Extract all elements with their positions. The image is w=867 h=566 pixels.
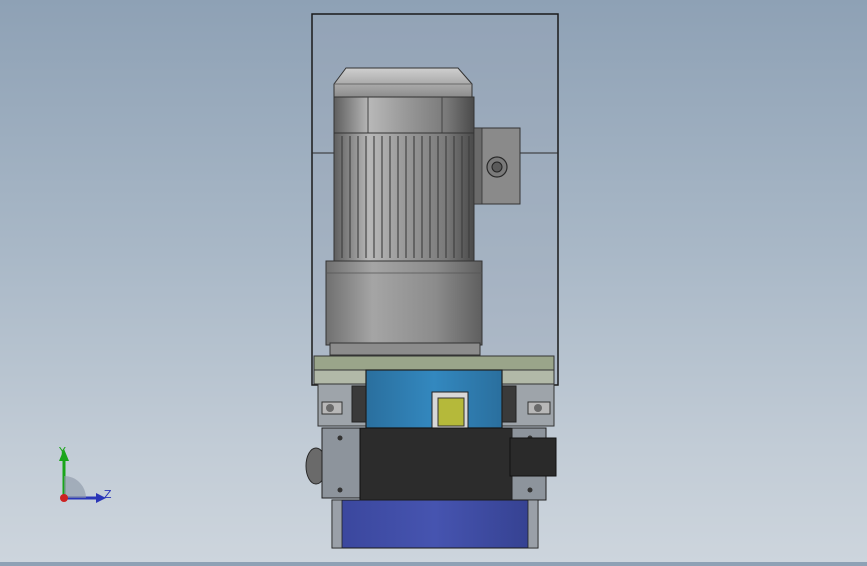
oil-tank[interactable] [331,499,539,549]
z-axis-label: Z [104,488,112,501]
left-mounting-bracket[interactable] [317,383,367,427]
electric-motor[interactable] [325,67,483,356]
right-mounting-bracket[interactable] [501,383,555,427]
triad-plane [64,476,86,498]
x-axis-origin [60,494,68,502]
graphics-viewport[interactable]: Y Z [0,0,867,562]
model-view[interactable] [0,0,867,562]
coordinate-triad-icon: Y Z [58,445,112,503]
solenoid-valve[interactable] [321,427,557,501]
valve-block[interactable] [365,369,503,429]
motor-terminal-box[interactable] [473,127,521,205]
y-axis-label: Y [58,445,66,458]
